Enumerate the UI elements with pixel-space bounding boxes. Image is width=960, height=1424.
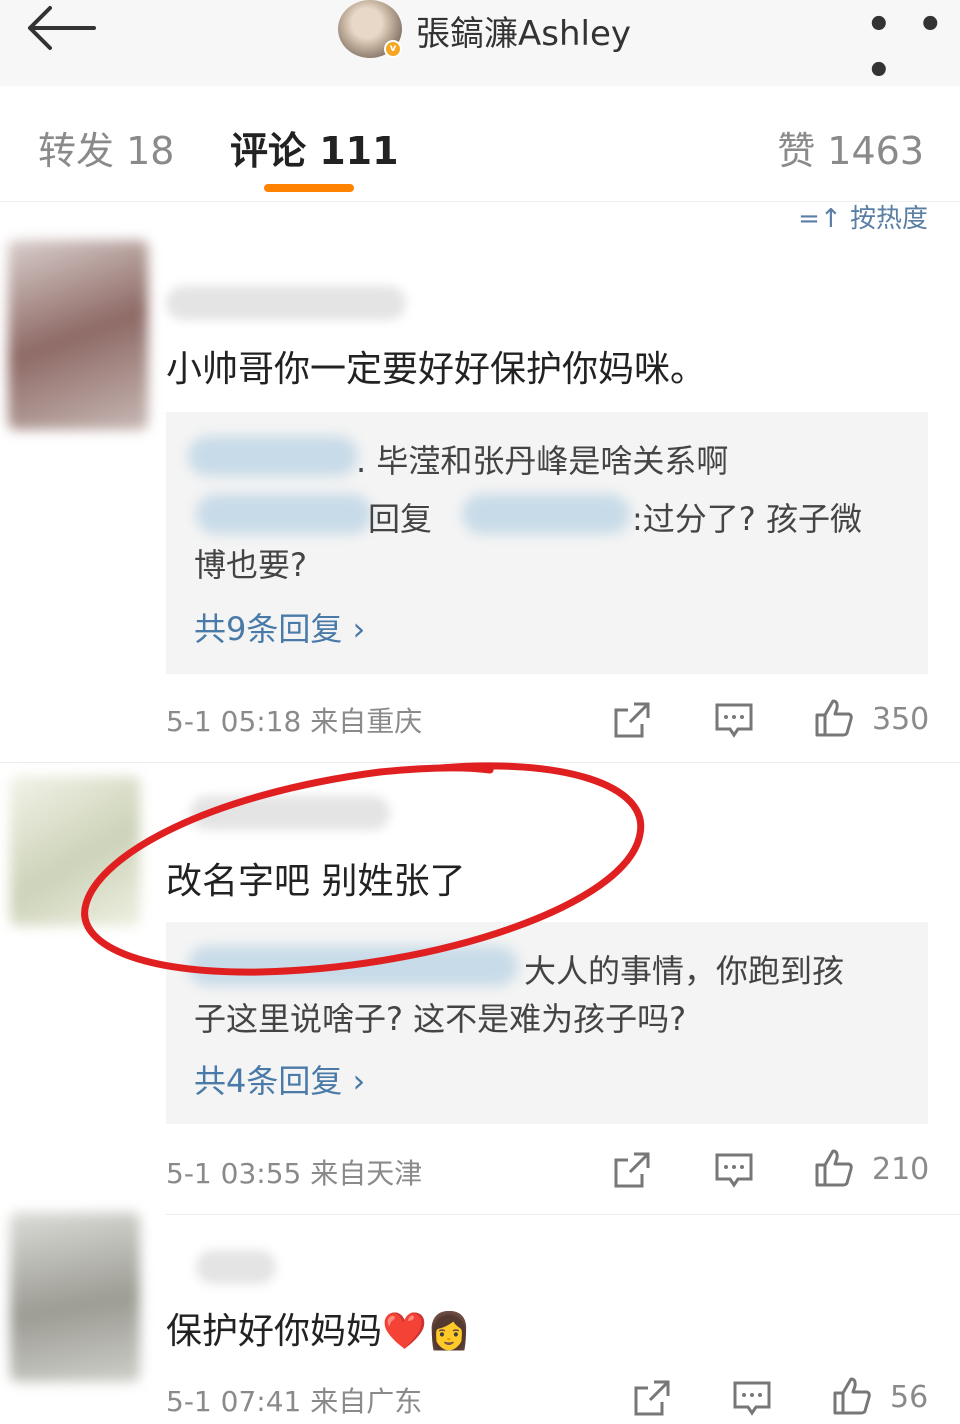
comment-icon[interactable] (714, 700, 754, 740)
tab-bar: 转发 18 评论 111 赞 1463 (0, 86, 960, 202)
top-bar: v 張鎬濂Ashley • • • (0, 0, 960, 94)
commenter-name-blurred[interactable] (196, 1250, 276, 1284)
reply-text: :过分了? 孩子微 (632, 500, 862, 538)
like-thumb-icon[interactable] (814, 698, 854, 738)
verified-badge-icon: v (384, 40, 402, 58)
active-tab-indicator (264, 184, 354, 192)
reply-text: 子这里说啥子? 这不是难为孩子吗? (194, 1000, 687, 1038)
comment-timestamp-location: 5-1 05:18 来自重庆 (166, 705, 423, 738)
share-icon[interactable] (612, 700, 652, 740)
commenter-avatar[interactable] (10, 1212, 140, 1382)
comment-icon[interactable] (714, 1150, 754, 1190)
reply-text: . 毕滢和张丹峰是啥关系啊 (356, 442, 729, 480)
tab-likes[interactable]: 赞 1463 (777, 120, 924, 175)
more-options-icon[interactable]: • • • (866, 2, 960, 94)
reply-author-blurred (188, 436, 358, 476)
like-count: 210 (872, 1152, 930, 1187)
view-more-replies-link[interactable]: 共9条回复 › (194, 604, 365, 650)
comment-timestamp-location: 5-1 07:41 来自广东 (166, 1385, 423, 1418)
like-count: 350 (872, 702, 930, 737)
view-more-replies-link[interactable]: 共4条回复 › (194, 1056, 365, 1102)
comment-icon[interactable] (732, 1378, 772, 1418)
back-arrow-icon[interactable] (22, 4, 98, 52)
sort-by-hot-button[interactable]: =↑ 按热度 (798, 198, 928, 235)
comment-text: 小帅哥你一定要好好保护你妈咪。 (166, 349, 707, 390)
like-thumb-icon[interactable] (814, 1148, 854, 1188)
reply-text: 博也要? (194, 546, 307, 584)
commenter-name-blurred[interactable] (166, 286, 406, 320)
commenter-avatar[interactable] (8, 240, 148, 430)
divider (166, 1214, 960, 1215)
reply-label: 回复 (368, 500, 433, 538)
tab-comments[interactable]: 评论 111 (230, 120, 399, 175)
comment-text: 保护好你妈妈❤️👩 (166, 1311, 472, 1352)
username[interactable]: 張鎬濂Ashley (416, 6, 631, 55)
tab-reposts[interactable]: 转发 18 (38, 120, 174, 175)
reply-target-blurred (462, 494, 630, 534)
reply-author-blurred (196, 494, 372, 534)
comment-timestamp-location: 5-1 03:55 来自天津 (166, 1157, 423, 1190)
like-count: 56 (890, 1380, 929, 1415)
share-icon[interactable] (612, 1150, 652, 1190)
share-icon[interactable] (632, 1378, 672, 1418)
red-circle-annotation (81, 762, 645, 976)
like-thumb-icon[interactable] (832, 1376, 872, 1416)
